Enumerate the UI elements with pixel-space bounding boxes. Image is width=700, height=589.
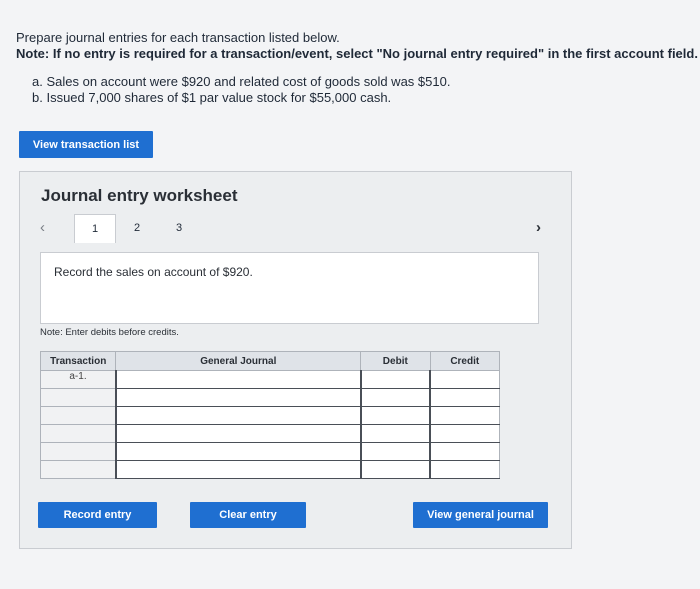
entry-description-box: Record the sales on account of $920. [40, 252, 539, 324]
credit-input[interactable] [429, 370, 501, 389]
credit-input[interactable] [429, 424, 501, 443]
table-row [39, 424, 501, 443]
debit-input[interactable] [359, 424, 431, 443]
column-header-credit: Credit [429, 351, 501, 371]
credit-input[interactable] [429, 460, 501, 479]
debit-input[interactable] [359, 460, 431, 479]
transaction-item-b: b. Issued 7,000 shares of $1 par value s… [32, 90, 392, 105]
clear-entry-button[interactable]: Clear entry [190, 502, 306, 528]
debits-note: Note: Enter debits before credits. [40, 327, 179, 338]
journal-table: Transaction General Journal Debit Credit… [39, 351, 501, 479]
table-row [39, 460, 501, 479]
tab-step-2[interactable]: 2 [117, 214, 157, 242]
table-row: a-1. [39, 370, 501, 389]
credit-input[interactable] [429, 406, 501, 425]
tab-step-3[interactable]: 3 [159, 214, 199, 242]
column-header-transaction: Transaction [39, 351, 117, 371]
debit-input[interactable] [359, 388, 431, 407]
account-input[interactable] [114, 442, 362, 461]
transaction-item-a: a. Sales on account were $920 and relate… [32, 74, 451, 89]
transaction-cell [39, 388, 117, 407]
entry-description: Record the sales on account of $920. [54, 265, 253, 279]
journal-entry-worksheet: Journal entry worksheet ‹ 1 2 3 › Record… [19, 171, 572, 549]
transaction-cell [39, 460, 117, 479]
table-row [39, 388, 501, 407]
transaction-list: a. Sales on account were $920 and relate… [32, 74, 450, 106]
column-header-debit: Debit [360, 351, 431, 371]
account-input[interactable] [114, 406, 362, 425]
table-row [39, 406, 501, 425]
instructions-text: Prepare journal entries for each transac… [16, 30, 340, 45]
tab-step-1[interactable]: 1 [74, 214, 116, 243]
worksheet-title: Journal entry worksheet [41, 186, 238, 205]
account-input[interactable] [114, 388, 362, 407]
view-transaction-list-button[interactable]: View transaction list [19, 131, 153, 158]
credit-input[interactable] [429, 442, 501, 461]
instructions: Prepare journal entries for each transac… [16, 30, 698, 62]
view-general-journal-button[interactable]: View general journal [413, 502, 548, 528]
transaction-cell [39, 442, 117, 461]
debit-input[interactable] [359, 406, 431, 425]
debit-input[interactable] [359, 370, 431, 389]
transaction-cell [39, 424, 117, 443]
chevron-right-icon[interactable]: › [536, 219, 541, 236]
account-input[interactable] [114, 424, 362, 443]
account-input[interactable] [114, 460, 362, 479]
instructions-note: Note: If no entry is required for a tran… [16, 46, 698, 61]
table-row [39, 442, 501, 461]
transaction-cell [39, 406, 117, 425]
debit-input[interactable] [359, 442, 431, 461]
chevron-left-icon[interactable]: ‹ [40, 219, 45, 236]
record-entry-button[interactable]: Record entry [38, 502, 157, 528]
column-header-general-journal: General Journal [115, 351, 362, 371]
transaction-cell: a-1. [39, 370, 117, 389]
account-input[interactable] [114, 370, 362, 389]
credit-input[interactable] [429, 388, 501, 407]
